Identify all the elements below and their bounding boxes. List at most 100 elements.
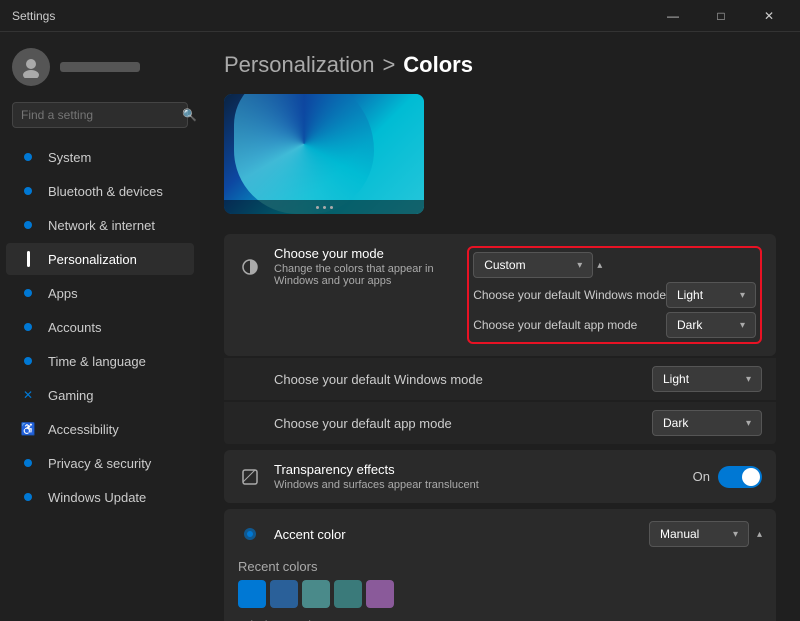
sidebar-item-label: Windows Update: [48, 490, 146, 505]
chevron-down-icon: ▾: [746, 374, 751, 385]
app-mode-row-label: Choose your default app mode: [274, 416, 452, 431]
preview-wallpaper: [224, 94, 424, 214]
sidebar-item-label: Accessibility: [48, 422, 119, 437]
time-icon: [20, 353, 36, 369]
recent-color-swatch[interactable]: [366, 580, 394, 608]
app-mode-row-dropdown[interactable]: Dark ▾: [652, 410, 762, 436]
accent-chevron-up-icon[interactable]: ▴: [757, 529, 762, 540]
accent-color-left: Accent color: [238, 522, 346, 546]
sidebar-item-label: Apps: [48, 286, 78, 301]
breadcrumb-separator: >: [382, 52, 395, 78]
windows-mode-dropdown[interactable]: Light ▾: [666, 282, 756, 308]
search-box[interactable]: 🔍: [12, 102, 188, 128]
recent-color-swatch[interactable]: [238, 580, 266, 608]
mode-controls-highlighted: Custom ▾ ▴ Choose your default Windows m…: [467, 246, 762, 344]
transparency-content: Transparency effects Windows and surface…: [238, 462, 693, 491]
recent-colors-row: [238, 580, 762, 608]
accent-color-dropdown[interactable]: Manual ▾: [649, 521, 749, 547]
sidebar-item-apps[interactable]: Apps: [6, 277, 194, 309]
sidebar-item-label: Accounts: [48, 320, 101, 335]
search-input[interactable]: [21, 108, 176, 122]
sidebar-item-label: Time & language: [48, 354, 146, 369]
accent-color-title: Accent color: [274, 527, 346, 542]
breadcrumb[interactable]: Personalization: [224, 52, 374, 78]
maximize-button[interactable]: □: [698, 0, 744, 32]
titlebar: Settings — □ ✕: [0, 0, 800, 32]
network-icon: [20, 217, 36, 233]
titlebar-title: Settings: [12, 9, 55, 23]
app-mode-dropdown[interactable]: Dark ▾: [666, 312, 756, 338]
taskbar-dot: [330, 206, 333, 209]
chevron-down-icon: ▾: [740, 320, 745, 331]
transparency-desc: Windows and surfaces appear translucent: [274, 479, 693, 491]
transparency-row: Transparency effects Windows and surface…: [224, 450, 776, 503]
chevron-up-icon[interactable]: ▴: [597, 260, 602, 271]
sidebar-item-label: Personalization: [48, 252, 137, 267]
sidebar-item-label: System: [48, 150, 91, 165]
toggle-knob: [742, 468, 760, 486]
accent-color-controls: Manual ▾ ▴: [649, 521, 762, 547]
bloom-decoration: [234, 94, 374, 214]
sidebar-item-system[interactable]: System: [6, 141, 194, 173]
transparency-value: On: [693, 469, 710, 484]
windows-mode-row-label: Choose your default Windows mode: [274, 372, 483, 387]
close-button[interactable]: ✕: [746, 0, 792, 32]
choose-mode-value: Custom: [484, 258, 525, 272]
update-icon: [20, 489, 36, 505]
recent-color-swatch[interactable]: [334, 580, 362, 608]
chevron-down-icon: ▾: [733, 529, 738, 540]
app-mode-label: Choose your default app mode: [473, 318, 637, 332]
sidebar-item-accounts[interactable]: Accounts: [6, 311, 194, 343]
avatar-name: [60, 62, 140, 72]
choose-mode-title: Choose your mode: [274, 246, 467, 261]
sidebar-item-label: Privacy & security: [48, 456, 151, 471]
mode-icon: [238, 255, 262, 279]
windows-mode-row: Choose your default Windows mode Light ▾: [224, 358, 776, 400]
windows-mode-row-dropdown[interactable]: Light ▾: [652, 366, 762, 392]
main-content: Personalization > Colors: [200, 32, 800, 621]
recent-color-swatch[interactable]: [302, 580, 330, 608]
gaming-icon: ✕: [20, 387, 36, 403]
system-icon: [20, 149, 36, 165]
sidebar-item-gaming[interactable]: ✕ Gaming: [6, 379, 194, 411]
app-mode-row: Choose your default app mode Dark ▾: [224, 402, 776, 444]
sidebar-item-update[interactable]: Windows Update: [6, 481, 194, 513]
choose-mode-desc: Change the colors that appear in Windows…: [274, 263, 467, 287]
app-container: 🔍 System Bluetooth & devices Network & i…: [0, 32, 800, 621]
page-title: Colors: [403, 52, 473, 78]
sidebar-item-personalization[interactable]: Personalization: [6, 243, 194, 275]
titlebar-controls: — □ ✕: [650, 0, 792, 32]
preview-taskbar: [224, 200, 424, 214]
choose-mode-row: Choose your mode Change the colors that …: [224, 234, 776, 356]
accent-color-value: Manual: [660, 527, 699, 541]
apps-icon: [20, 285, 36, 301]
app-mode-value: Dark: [677, 318, 702, 332]
choose-mode-text: Choose your mode Change the colors that …: [274, 246, 467, 287]
sidebar-item-label: Network & internet: [48, 218, 155, 233]
transparency-title: Transparency effects: [274, 462, 693, 477]
accent-color-section: Accent color Manual ▾ ▴ Recent colors Wi…: [224, 509, 776, 621]
chevron-down-icon: ▾: [577, 260, 582, 271]
choose-mode-dropdown[interactable]: Custom ▾: [473, 252, 593, 278]
transparency-toggle[interactable]: [718, 466, 762, 488]
sidebar: 🔍 System Bluetooth & devices Network & i…: [0, 32, 200, 621]
sidebar-item-label: Gaming: [48, 388, 94, 403]
privacy-icon: [20, 455, 36, 471]
sidebar-avatar: [0, 40, 200, 102]
page-header: Personalization > Colors: [224, 52, 776, 78]
avatar: [12, 48, 50, 86]
sidebar-item-privacy[interactable]: Privacy & security: [6, 447, 194, 479]
windows-mode-label: Choose your default Windows mode: [473, 288, 666, 302]
recent-color-swatch[interactable]: [270, 580, 298, 608]
app-mode-row-value: Dark: [663, 416, 688, 430]
transparency-text: Transparency effects Windows and surface…: [274, 462, 693, 491]
accessibility-icon: ♿: [20, 421, 36, 437]
sidebar-item-time[interactable]: Time & language: [6, 345, 194, 377]
sidebar-item-bluetooth[interactable]: Bluetooth & devices: [6, 175, 194, 207]
sidebar-item-label: Bluetooth & devices: [48, 184, 163, 199]
windows-mode-value: Light: [677, 288, 703, 302]
sidebar-item-accessibility[interactable]: ♿ Accessibility: [6, 413, 194, 445]
sidebar-item-network[interactable]: Network & internet: [6, 209, 194, 241]
minimize-button[interactable]: —: [650, 0, 696, 32]
accent-icon: [238, 522, 262, 546]
